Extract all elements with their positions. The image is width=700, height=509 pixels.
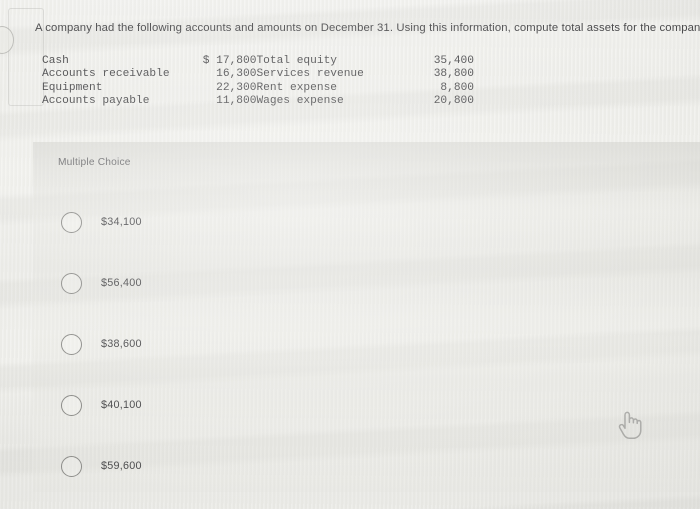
answer-option-label: $40,100: [101, 399, 142, 411]
account-value-right: 8,800: [440, 81, 474, 94]
radio-button[interactable]: [61, 394, 82, 416]
answer-option-4[interactable]: $59,600: [33, 437, 700, 495]
account-name-left: Cash: [42, 55, 69, 67]
answer-option-1[interactable]: $56,400: [33, 254, 700, 312]
answer-option-label: $59,600: [101, 460, 142, 472]
account-value-right: 38,800: [433, 68, 474, 81]
account-name-right: Services revenue: [256, 68, 364, 81]
answer-option-label: $38,600: [101, 338, 142, 350]
answer-option-3[interactable]: $40,100: [33, 376, 700, 434]
answer-option-label: $56,400: [101, 277, 142, 289]
table-row: Accounts payable 11,800 Wages expense 20…: [42, 95, 474, 108]
question-prompt: A company had the following accounts and…: [35, 22, 700, 34]
answer-option-0[interactable]: $34,100: [33, 193, 700, 251]
account-value-left: 11,800: [216, 94, 257, 107]
pointing-hand-cursor-icon: [618, 411, 642, 440]
question-type-label: Multiple Choice: [58, 157, 131, 168]
account-name-left: Equipment: [42, 81, 103, 94]
account-name-right: Wages expense: [256, 94, 344, 107]
radio-button[interactable]: [61, 272, 82, 294]
account-name-right: Total equity: [256, 55, 338, 67]
account-name-right: Rent expense: [256, 81, 338, 94]
account-value-right: 35,400: [433, 55, 474, 67]
radio-button[interactable]: [61, 211, 82, 233]
account-value-left: 22,300: [216, 81, 257, 94]
radio-button[interactable]: [61, 333, 82, 355]
accounts-table: Cash $ 17,800 Total equity 35,400 Accoun…: [42, 55, 474, 108]
answer-option-label: $34,100: [101, 216, 142, 228]
quiz-page: A company had the following accounts and…: [0, 0, 700, 509]
table-row: Accounts receivable 16,300 Services reve…: [42, 68, 474, 81]
accounts-table-body: Cash $ 17,800 Total equity 35,400 Accoun…: [42, 55, 474, 108]
table-row: Cash $ 17,800 Total equity 35,400: [42, 55, 474, 68]
answer-card: Multiple Choice $34,100 $56,400 $38,600 …: [33, 142, 700, 492]
account-value-left: $ 17,800: [202, 55, 257, 67]
account-name-left: Accounts payable: [42, 94, 150, 107]
account-name-left: Accounts receivable: [42, 68, 170, 81]
account-value-left: 16,300: [216, 68, 257, 81]
answer-option-2[interactable]: $38,600: [33, 315, 700, 373]
radio-button[interactable]: [61, 455, 82, 477]
table-row: Equipment 22,300 Rent expense 8,800: [42, 82, 474, 95]
account-value-right: 20,800: [433, 94, 474, 107]
